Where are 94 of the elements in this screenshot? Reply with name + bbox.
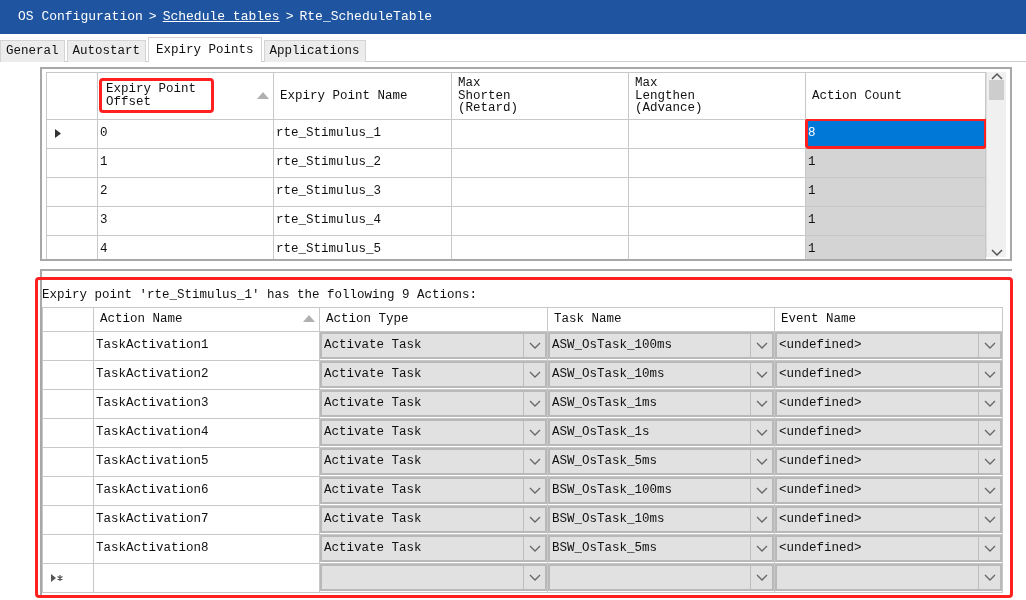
- table-cell: TaskActivation2: [93, 360, 320, 390]
- scroll-down-icon: [990, 249, 1003, 257]
- table-cell: TaskActivation3: [93, 389, 320, 419]
- table-cell: rte_Stimulus_1: [273, 119, 452, 148]
- dropdown[interactable]: ASW_OsTask_1s: [548, 419, 774, 447]
- table-cell: TaskActivation1: [93, 331, 320, 361]
- table-cell[interactable]: 1: [805, 148, 986, 177]
- table-cell: TaskActivation6: [93, 476, 320, 506]
- caret-icon: [983, 342, 996, 350]
- column-header[interactable]: Event Name: [781, 311, 856, 326]
- caret-icon: [983, 371, 996, 379]
- new-row-icon: [51, 573, 65, 582]
- dropdown[interactable]: BSW_OsTask_100ms: [548, 477, 774, 505]
- caret-icon: [755, 458, 768, 466]
- dropdown[interactable]: BSW_OsTask_10ms: [548, 506, 774, 534]
- dropdown[interactable]: ASW_OsTask_100ms: [548, 332, 774, 360]
- caret-icon: [755, 429, 768, 437]
- table-cell: rte_Stimulus_4: [273, 206, 452, 235]
- caret-icon: [528, 342, 541, 350]
- caret-icon: [983, 545, 996, 553]
- table-cell[interactable]: 1: [805, 206, 986, 235]
- dropdown[interactable]: Activate Task: [320, 535, 547, 563]
- dropdown[interactable]: Activate Task: [320, 332, 547, 360]
- dropdown[interactable]: BSW_OsTask_5ms: [548, 535, 774, 563]
- table-cell: rte_Stimulus_3: [273, 177, 452, 206]
- caret-icon: [755, 487, 768, 495]
- breadcrumb-link[interactable]: Schedule tables: [162, 7, 280, 27]
- caret-icon: [755, 371, 768, 379]
- dropdown[interactable]: ASW_OsTask_5ms: [548, 448, 774, 476]
- breadcrumb-item: OS Configuration: [18, 8, 143, 27]
- table-cell[interactable]: [93, 563, 320, 593]
- dropdown[interactable]: <undefined>: [775, 332, 1002, 360]
- table-cell: 4: [97, 235, 274, 259]
- tab[interactable]: General: [0, 40, 65, 62]
- caret-icon: [983, 400, 996, 408]
- dropdown[interactable]: Activate Task: [320, 506, 547, 534]
- dropdown[interactable]: ASW_OsTask_10ms: [548, 361, 774, 389]
- tab[interactable]: Autostart: [66, 40, 147, 62]
- table-cell: 2: [97, 177, 274, 206]
- tab[interactable]: Applications: [263, 40, 366, 62]
- caret-icon: [528, 574, 541, 582]
- dropdown[interactable]: <undefined>: [775, 448, 1002, 476]
- caret-icon: [983, 458, 996, 466]
- caret-icon: [528, 400, 541, 408]
- caret-icon: [983, 574, 996, 582]
- caret-icon: [983, 429, 996, 437]
- caret-icon: [755, 342, 768, 350]
- caret-icon: [983, 516, 996, 524]
- table-cell: TaskActivation5: [93, 447, 320, 477]
- caption-text: Expiry point 'rte_Stimulus_1' has the following 9 Actions:: [42, 287, 479, 304]
- caret-icon: [528, 516, 541, 524]
- scroll-up-icon: [990, 72, 1003, 80]
- caret-icon: [755, 574, 768, 582]
- dropdown[interactable]: ASW_OsTask_1ms: [548, 390, 774, 418]
- dropdown[interactable]: <undefined>: [775, 477, 1002, 505]
- table-cell[interactable]: 1: [805, 177, 986, 206]
- table-cell: 0: [97, 119, 274, 148]
- breadcrumb-separator: >: [148, 8, 157, 27]
- dropdown[interactable]: Activate Task: [320, 390, 547, 418]
- table-cell: TaskActivation4: [93, 418, 320, 448]
- breadcrumb-item: Rte_ScheduleTable: [299, 8, 433, 27]
- dropdown[interactable]: Activate Task: [320, 448, 547, 476]
- table-cell: TaskActivation8: [93, 534, 320, 564]
- caret-icon: [755, 400, 768, 408]
- dropdown[interactable]: Activate Task: [320, 419, 547, 447]
- dropdown[interactable]: <undefined>: [775, 390, 1002, 418]
- caret-icon: [528, 458, 541, 466]
- dropdown[interactable]: <undefined>: [775, 506, 1002, 534]
- caret-icon: [528, 371, 541, 379]
- caret-icon: [528, 429, 541, 437]
- caret-icon: [755, 545, 768, 553]
- scrollbar-thumb[interactable]: [989, 80, 1004, 100]
- caret-icon: [983, 487, 996, 495]
- dropdown[interactable]: [775, 564, 1002, 592]
- breadcrumb-separator: >: [285, 8, 294, 27]
- dropdown[interactable]: [320, 564, 547, 592]
- caret-icon: [755, 516, 768, 524]
- caret-icon: [528, 487, 541, 495]
- caret-icon: [528, 545, 541, 553]
- dropdown[interactable]: <undefined>: [775, 361, 1002, 389]
- dropdown[interactable]: Activate Task: [320, 477, 547, 505]
- dropdown[interactable]: Activate Task: [320, 361, 547, 389]
- table-cell[interactable]: 1: [805, 235, 986, 259]
- table-cell: rte_Stimulus_2: [273, 148, 452, 177]
- table-cell[interactable]: 8: [805, 119, 986, 148]
- dropdown[interactable]: <undefined>: [775, 535, 1002, 563]
- column-header[interactable]: Task Name: [554, 311, 622, 326]
- table-cell: 3: [97, 206, 274, 235]
- table-cell: TaskActivation7: [93, 505, 320, 535]
- dropdown[interactable]: [548, 564, 774, 592]
- dropdown[interactable]: <undefined>: [775, 419, 1002, 447]
- tab[interactable]: Expiry Points: [148, 37, 262, 62]
- table-cell: 1: [97, 148, 274, 177]
- scrollbar[interactable]: [986, 72, 1006, 257]
